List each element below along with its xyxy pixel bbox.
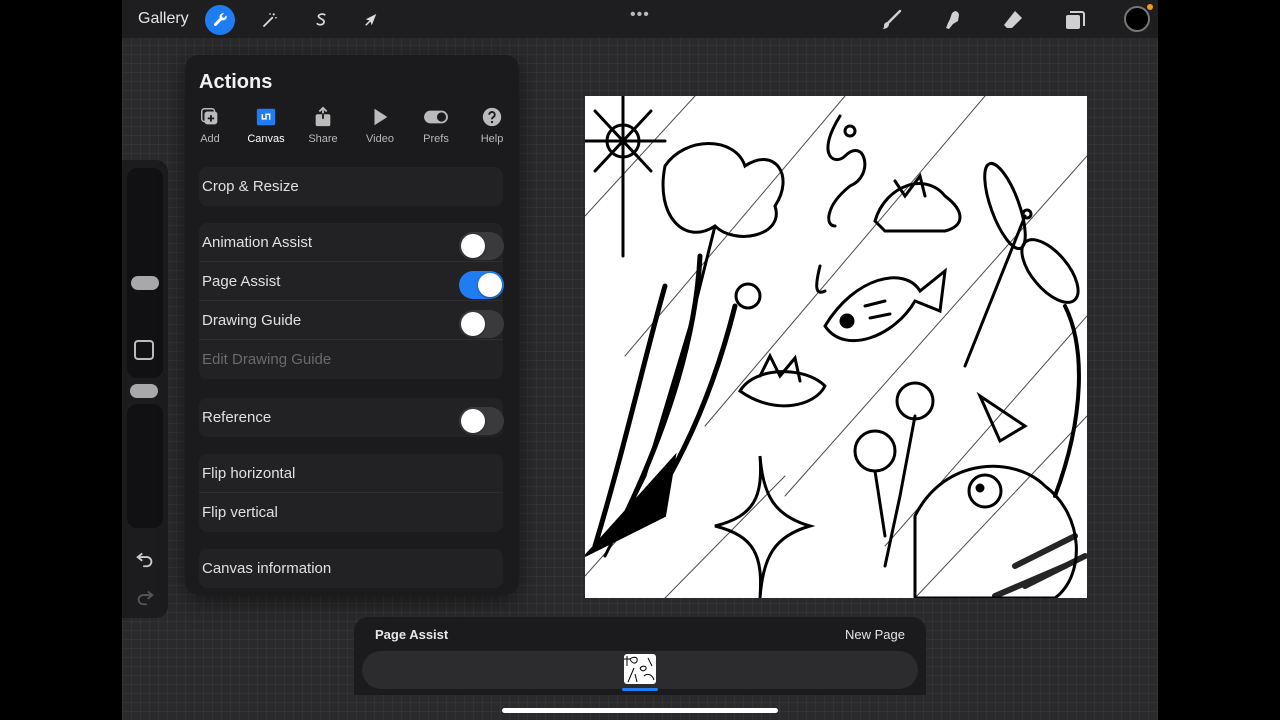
modify-button[interactable] — [134, 340, 154, 360]
tab-share-label: Share — [308, 133, 338, 145]
adjustments-button[interactable] — [255, 5, 285, 35]
reference-label: Reference — [202, 409, 272, 426]
page-assist-toggle[interactable] — [459, 271, 504, 299]
left-sidebar — [122, 160, 168, 618]
eraser-tool[interactable] — [998, 5, 1028, 35]
procreate-app: Gallery ••• Actions Add Canvas Share Vid… — [122, 0, 1158, 720]
tab-canvas[interactable]: Canvas — [238, 105, 294, 145]
transform-button[interactable] — [356, 5, 386, 35]
canvas-icon — [256, 108, 276, 126]
selected-page-indicator — [622, 688, 658, 691]
flip-horizontal-item[interactable]: Flip horizontal — [199, 454, 503, 493]
home-indicator — [502, 708, 778, 713]
add-image-icon — [201, 108, 218, 125]
drawing-guide-row[interactable]: Drawing Guide — [199, 301, 504, 340]
crop-group: Crop & Resize — [199, 167, 503, 206]
flip-vertical-item[interactable]: Flip vertical — [199, 493, 503, 532]
tab-add[interactable]: Add — [182, 105, 238, 145]
more-options-button[interactable]: ••• — [630, 6, 650, 24]
new-page-button[interactable]: New Page — [845, 627, 905, 642]
smudge-tool[interactable] — [937, 5, 967, 35]
page-assist-bar: Page Assist New Page — [354, 617, 926, 695]
brush-size-thumb[interactable] — [131, 276, 159, 290]
question-icon — [482, 107, 502, 127]
page-thumbnail[interactable] — [624, 654, 656, 684]
toggle-icon — [424, 110, 448, 124]
tab-prefs-label: Prefs — [423, 133, 449, 145]
page-thumbnail-image — [624, 656, 655, 683]
brush-opacity-slider[interactable] — [127, 404, 163, 528]
tab-prefs[interactable]: Prefs — [408, 105, 464, 145]
brush-opacity-thumb[interactable] — [130, 384, 158, 398]
page-assist-row[interactable]: Page Assist — [199, 262, 504, 301]
arrow-cursor-icon — [365, 14, 377, 26]
actions-panel: Actions Add Canvas Share Video Prefs Hel… — [185, 55, 519, 595]
tab-canvas-label: Canvas — [247, 133, 285, 145]
top-toolbar: Gallery ••• — [122, 0, 1158, 38]
page-thumbnail-strip[interactable] — [362, 651, 918, 691]
page-assist-label: Page Assist — [202, 272, 281, 290]
share-icon — [315, 106, 331, 127]
redo-icon[interactable] — [134, 585, 156, 607]
page-assist-title: Page Assist — [375, 627, 449, 642]
crop-resize-item[interactable]: Crop & Resize — [199, 167, 503, 206]
reference-group: Reference — [199, 398, 504, 437]
brush-tool[interactable] — [876, 5, 906, 35]
selection-button[interactable] — [306, 5, 336, 35]
smudge-icon — [946, 11, 959, 29]
undo-icon[interactable] — [134, 547, 156, 569]
eraser-icon — [1004, 11, 1022, 28]
info-group: Canvas information — [199, 549, 503, 588]
reference-row[interactable]: Reference — [199, 398, 504, 437]
actions-button[interactable] — [205, 5, 235, 35]
tab-add-label: Add — [200, 133, 220, 145]
tab-help[interactable]: Help — [464, 105, 520, 145]
actions-tabs: Add Canvas Share Video Prefs Help — [185, 105, 519, 149]
canvas-information-item[interactable]: Canvas information — [199, 549, 503, 588]
edit-drawing-guide-item[interactable]: Edit Drawing Guide — [199, 340, 503, 379]
drawing-guide-label: Drawing Guide — [202, 311, 302, 329]
letterbox-right — [1158, 0, 1280, 720]
drawing-canvas[interactable] — [585, 96, 1087, 598]
drawing-guide-toggle[interactable] — [459, 310, 504, 338]
layers-tool[interactable] — [1060, 5, 1090, 35]
flip-group: Flip horizontal Flip vertical — [199, 454, 503, 532]
brush-icon — [882, 9, 902, 29]
tab-video[interactable]: Video — [352, 105, 408, 145]
letterbox-left — [0, 0, 122, 720]
ink-sketch-artwork — [585, 96, 1087, 598]
color-picker-button[interactable] — [1124, 4, 1153, 32]
tab-help-label: Help — [480, 133, 504, 145]
wrench-icon — [213, 13, 227, 26]
selection-s-icon — [316, 13, 326, 26]
tab-share[interactable]: Share — [295, 105, 351, 145]
animation-assist-label: Animation Assist — [202, 233, 313, 251]
assist-group: Animation Assist Page Assist Drawing Gui… — [199, 223, 504, 379]
tab-video-label: Video — [366, 133, 394, 145]
play-icon — [374, 108, 388, 126]
magic-wand-icon — [263, 13, 277, 27]
actions-title: Actions — [199, 71, 273, 93]
reference-toggle[interactable] — [459, 407, 504, 435]
layers-icon — [1066, 11, 1085, 29]
animation-assist-row[interactable]: Animation Assist — [199, 223, 504, 262]
gallery-button[interactable]: Gallery — [138, 10, 189, 28]
animation-assist-toggle[interactable] — [459, 232, 504, 260]
